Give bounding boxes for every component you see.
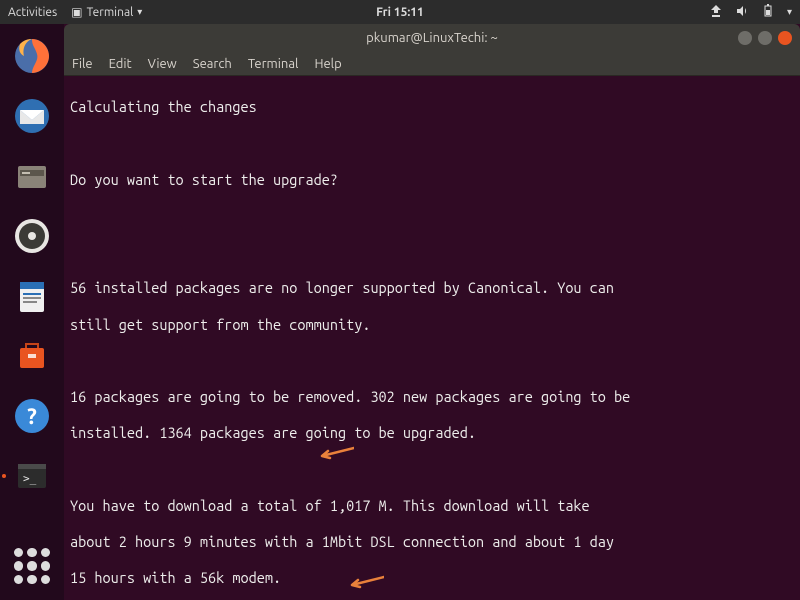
menubar: File Edit View Search Terminal Help: [64, 52, 800, 76]
top-bar: Activities ▣ Terminal ▾ Fri 15:11 ▾: [0, 0, 800, 24]
menu-terminal[interactable]: Terminal: [248, 57, 299, 71]
term-line: [70, 352, 794, 370]
annotation-arrow-icon: [314, 410, 354, 424]
term-line: [70, 134, 794, 152]
dock-help[interactable]: ?: [8, 392, 56, 440]
dock-rhythmbox[interactable]: [8, 212, 56, 260]
app-menu[interactable]: ▣ Terminal ▾: [71, 5, 142, 19]
term-line: 15 hours with a 56k modem.: [70, 569, 794, 587]
menu-view[interactable]: View: [148, 57, 177, 71]
volume-icon: [735, 4, 749, 21]
term-line: installed. 1364 packages are going to be…: [70, 424, 794, 442]
dock-software[interactable]: [8, 332, 56, 380]
menu-search[interactable]: Search: [193, 57, 232, 71]
close-button[interactable]: [778, 31, 792, 45]
term-line: [70, 243, 794, 261]
battery-icon: [761, 4, 775, 21]
term-line: You have to download a total of 1,017 M.…: [70, 497, 794, 515]
status-area[interactable]: ▾: [709, 4, 792, 21]
clock[interactable]: Fri 15:11: [376, 6, 424, 19]
chevron-down-icon: ▾: [787, 6, 792, 18]
network-icon: [709, 4, 723, 21]
annotation-arrow-icon: [344, 539, 384, 553]
terminal-icon: ▣: [71, 5, 82, 19]
window-titlebar[interactable]: pkumar@LinuxTechi: ~: [64, 24, 800, 52]
term-line: still get support from the community.: [70, 316, 794, 334]
dock-writer[interactable]: [8, 272, 56, 320]
minimize-button[interactable]: [738, 31, 752, 45]
term-line: 56 installed packages are no longer supp…: [70, 279, 794, 297]
term-line: [70, 461, 794, 479]
term-line: Calculating the changes: [70, 98, 794, 116]
term-line: about 2 hours 9 minutes with a 1Mbit DSL…: [70, 533, 794, 551]
dock-files[interactable]: [8, 152, 56, 200]
terminal-window: pkumar@LinuxTechi: ~ File Edit View Sear…: [64, 24, 800, 600]
app-menu-label: Terminal: [87, 6, 134, 19]
svg-text:>_: >_: [23, 472, 37, 485]
svg-text:?: ?: [27, 404, 37, 429]
term-line: [70, 207, 794, 225]
menu-file[interactable]: File: [72, 57, 93, 71]
chevron-down-icon: ▾: [137, 6, 142, 18]
maximize-button[interactable]: [758, 31, 772, 45]
show-applications[interactable]: [14, 548, 50, 584]
term-line: Do you want to start the upgrade?: [70, 171, 794, 189]
menu-edit[interactable]: Edit: [109, 57, 132, 71]
dock-terminal[interactable]: >_: [8, 452, 56, 500]
dock: ? >_: [0, 24, 64, 600]
term-line: 16 packages are going to be removed. 302…: [70, 388, 794, 406]
menu-help[interactable]: Help: [314, 57, 341, 71]
terminal-content[interactable]: Calculating the changes Do you want to s…: [64, 76, 800, 600]
dock-thunderbird[interactable]: [8, 92, 56, 140]
window-title: pkumar@LinuxTechi: ~: [366, 31, 498, 45]
activities-button[interactable]: Activities: [8, 6, 57, 19]
dock-firefox[interactable]: [8, 32, 56, 80]
